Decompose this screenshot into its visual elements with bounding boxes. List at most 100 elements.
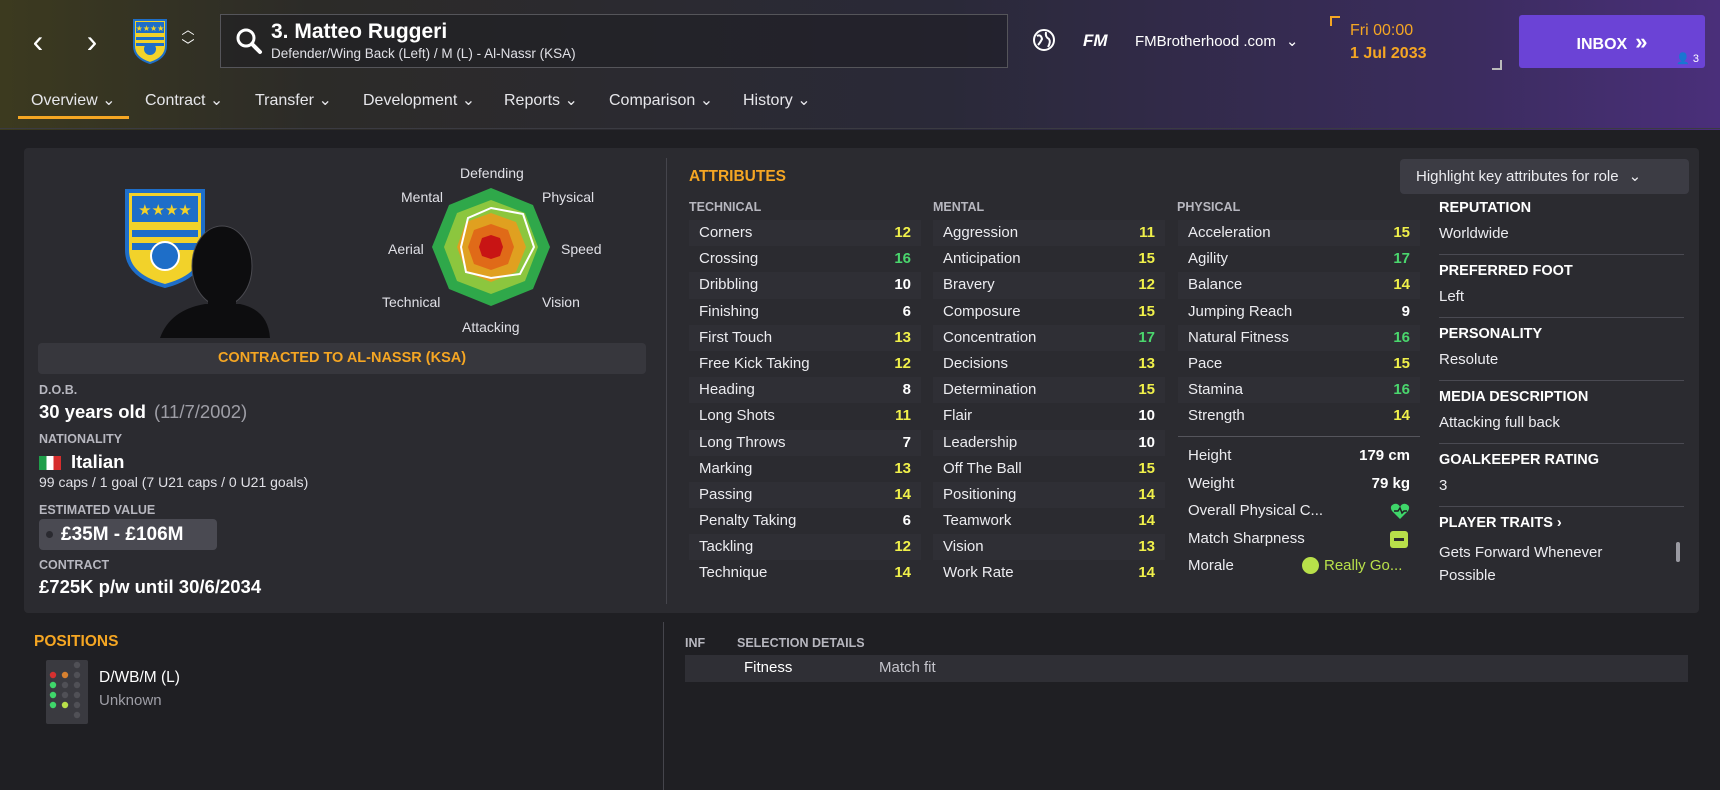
attribute-row[interactable]: Agility 17 <box>1178 246 1420 272</box>
attribute-row[interactable]: Strength 14 <box>1178 403 1420 429</box>
attribute-row[interactable]: Determination 15 <box>933 377 1165 404</box>
attribute-name: Natural Fitness <box>1188 328 1289 346</box>
game-date-panel[interactable]: Fri 00:00 1 Jul 2033 <box>1330 14 1502 70</box>
attribute-value: 16 <box>1393 328 1410 346</box>
physical-attributes: Acceleration 15 Agility 17 Balance 14 Jumpi… <box>1178 220 1420 430</box>
attribute-value: 10 <box>1138 433 1155 451</box>
tab-history[interactable]: History ⌄ <box>730 84 824 116</box>
attribute-row[interactable]: Free Kick Taking 12 <box>689 351 921 377</box>
back-button[interactable]: ‹ <box>18 22 58 62</box>
club-crest-icon[interactable]: ★★★★ <box>132 18 168 64</box>
attribute-row[interactable]: Flair 10 <box>933 403 1165 429</box>
attribute-row[interactable]: Off The Ball 15 <box>933 456 1165 482</box>
attribute-value: 14 <box>1138 564 1155 582</box>
svg-text:★★★★: ★★★★ <box>136 24 165 33</box>
height-label: Height <box>1188 447 1232 464</box>
attribute-row[interactable]: Technique 14 <box>689 560 921 586</box>
inf-header: INF <box>685 636 706 650</box>
chevron-down-icon: ⌄ <box>699 92 714 109</box>
forward-button[interactable]: › <box>72 22 112 62</box>
attribute-row[interactable]: Decisions 13 <box>933 351 1165 377</box>
attribute-row[interactable]: Vision 13 <box>933 534 1165 561</box>
tab-comparison[interactable]: Comparison ⌄ <box>596 84 726 116</box>
attribute-row[interactable]: Pace 15 <box>1178 351 1420 377</box>
attribute-row[interactable]: First Touch 13 <box>689 324 921 351</box>
tab-overview[interactable]: Overview ⌄ <box>18 84 129 119</box>
globe-icon[interactable] <box>1032 28 1056 52</box>
estimated-value-tag[interactable]: £35M - £106M <box>39 519 217 550</box>
club-switch-arrows[interactable]: ︿ ﹀ <box>178 22 198 54</box>
attribute-name: Positioning <box>943 485 1017 503</box>
attribute-row[interactable]: Stamina 16 <box>1178 377 1420 404</box>
chevron-down-icon: ⌄ <box>209 92 224 109</box>
morale-row[interactable]: Morale Really Go... <box>1178 552 1420 580</box>
account-name: FMBrotherhood .com <box>1135 33 1276 50</box>
player-search-bar[interactable]: 3. Matteo Ruggeri Defender/Wing Back (Le… <box>220 14 1008 68</box>
attribute-name: Dribbling <box>699 276 759 294</box>
attribute-name: Flair <box>943 407 973 425</box>
attribute-row[interactable]: Anticipation 15 <box>933 246 1165 272</box>
attribute-value: 13 <box>1138 354 1155 372</box>
attribute-row[interactable]: Tackling 12 <box>689 534 921 561</box>
attribute-value: 11 <box>895 407 911 425</box>
attribute-row[interactable]: Balance 14 <box>1178 272 1420 299</box>
personality-value: Resolute <box>1439 351 1499 368</box>
game-day-time: Fri 00:00 <box>1350 22 1414 39</box>
contract-status-banner[interactable]: CONTRACTED TO AL-NASSR (KSA) <box>38 343 646 374</box>
attribute-row[interactable]: Positioning 14 <box>933 481 1165 509</box>
fitness-value: Match fit <box>879 659 936 676</box>
attribute-row[interactable]: Heading 8 <box>689 377 921 404</box>
attribute-row[interactable]: Acceleration 15 <box>1178 220 1420 247</box>
attribute-row[interactable]: Marking 13 <box>689 456 921 482</box>
pitch-positions-icon[interactable] <box>46 660 88 724</box>
inbox-label: INBOX <box>1576 36 1628 53</box>
goalkeeper-rating-value: 3 <box>1439 477 1448 494</box>
traits-scrollbar[interactable] <box>1676 542 1680 562</box>
attribute-row[interactable]: Finishing 6 <box>689 299 921 325</box>
nationality-name: Italian <box>71 451 125 472</box>
attribute-row[interactable]: Bravery 12 <box>933 272 1165 299</box>
position-code: D/WB/M (L) <box>99 669 180 686</box>
attribute-row[interactable]: Natural Fitness 16 <box>1178 324 1420 351</box>
player-traits-link[interactable]: PLAYER TRAITS › <box>1439 515 1562 531</box>
attribute-row[interactable]: Composure 15 <box>933 299 1165 325</box>
attribute-row[interactable]: Long Throws 7 <box>689 429 921 456</box>
attribute-row[interactable]: Teamwork 14 <box>933 508 1165 534</box>
sharpness-row[interactable]: Match Sharpness <box>1178 525 1420 553</box>
attribute-row[interactable]: Passing 14 <box>689 481 921 509</box>
chevron-left-icon: ‹ <box>32 23 44 59</box>
tab-development[interactable]: Development ⌄ <box>350 84 488 116</box>
attribute-row[interactable]: Concentration 17 <box>933 324 1165 351</box>
selection-details-header: SELECTION DETAILS <box>737 636 865 650</box>
attribute-value: 8 <box>902 381 911 399</box>
tab-reports[interactable]: Reports ⌄ <box>491 84 591 116</box>
attribute-row[interactable]: Crossing 16 <box>689 246 921 272</box>
attribute-name: Agility <box>1188 250 1229 268</box>
info-divider <box>1439 380 1684 381</box>
attribute-row[interactable]: Dribbling 10 <box>689 272 921 299</box>
attribute-row[interactable]: Work Rate 14 <box>933 560 1165 586</box>
attribute-row[interactable]: Corners 12 <box>689 220 921 247</box>
attribute-row[interactable]: Penalty Taking 6 <box>689 508 921 534</box>
fitness-row[interactable]: Fitness Match fit <box>685 655 1688 682</box>
height-row: Height 179 cm <box>1178 442 1420 470</box>
attribute-row[interactable]: Aggression 11 <box>933 220 1165 247</box>
morale-label: Morale <box>1188 557 1234 574</box>
player-traits-label: PLAYER TRAITS <box>1439 515 1553 531</box>
highlight-role-dropdown[interactable]: Highlight key attributes for role ⌄ <box>1400 159 1689 194</box>
account-selector[interactable]: FMBrotherhood .com ⌄ <box>1135 32 1298 50</box>
nationality-value[interactable]: Italian <box>39 451 124 473</box>
attribute-row[interactable]: Leadership 10 <box>933 429 1165 456</box>
attribute-row[interactable]: Jumping Reach 9 <box>1178 299 1420 325</box>
attribute-value: 14 <box>1138 512 1155 530</box>
attribute-name: Penalty Taking <box>699 512 797 530</box>
tab-contract[interactable]: Contract ⌄ <box>132 84 236 116</box>
attribute-name: Strength <box>1188 407 1245 425</box>
attribute-row[interactable]: Long Shots 11 <box>689 403 921 429</box>
search-icon[interactable] <box>235 27 263 55</box>
weight-label: Weight <box>1188 474 1235 492</box>
condition-row[interactable]: Overall Physical C... <box>1178 497 1420 525</box>
fm-logo[interactable]: FM <box>1083 31 1108 51</box>
tab-transfer[interactable]: Transfer ⌄ <box>242 84 345 116</box>
inbox-button[interactable]: INBOX » 👤 3 <box>1519 15 1705 68</box>
